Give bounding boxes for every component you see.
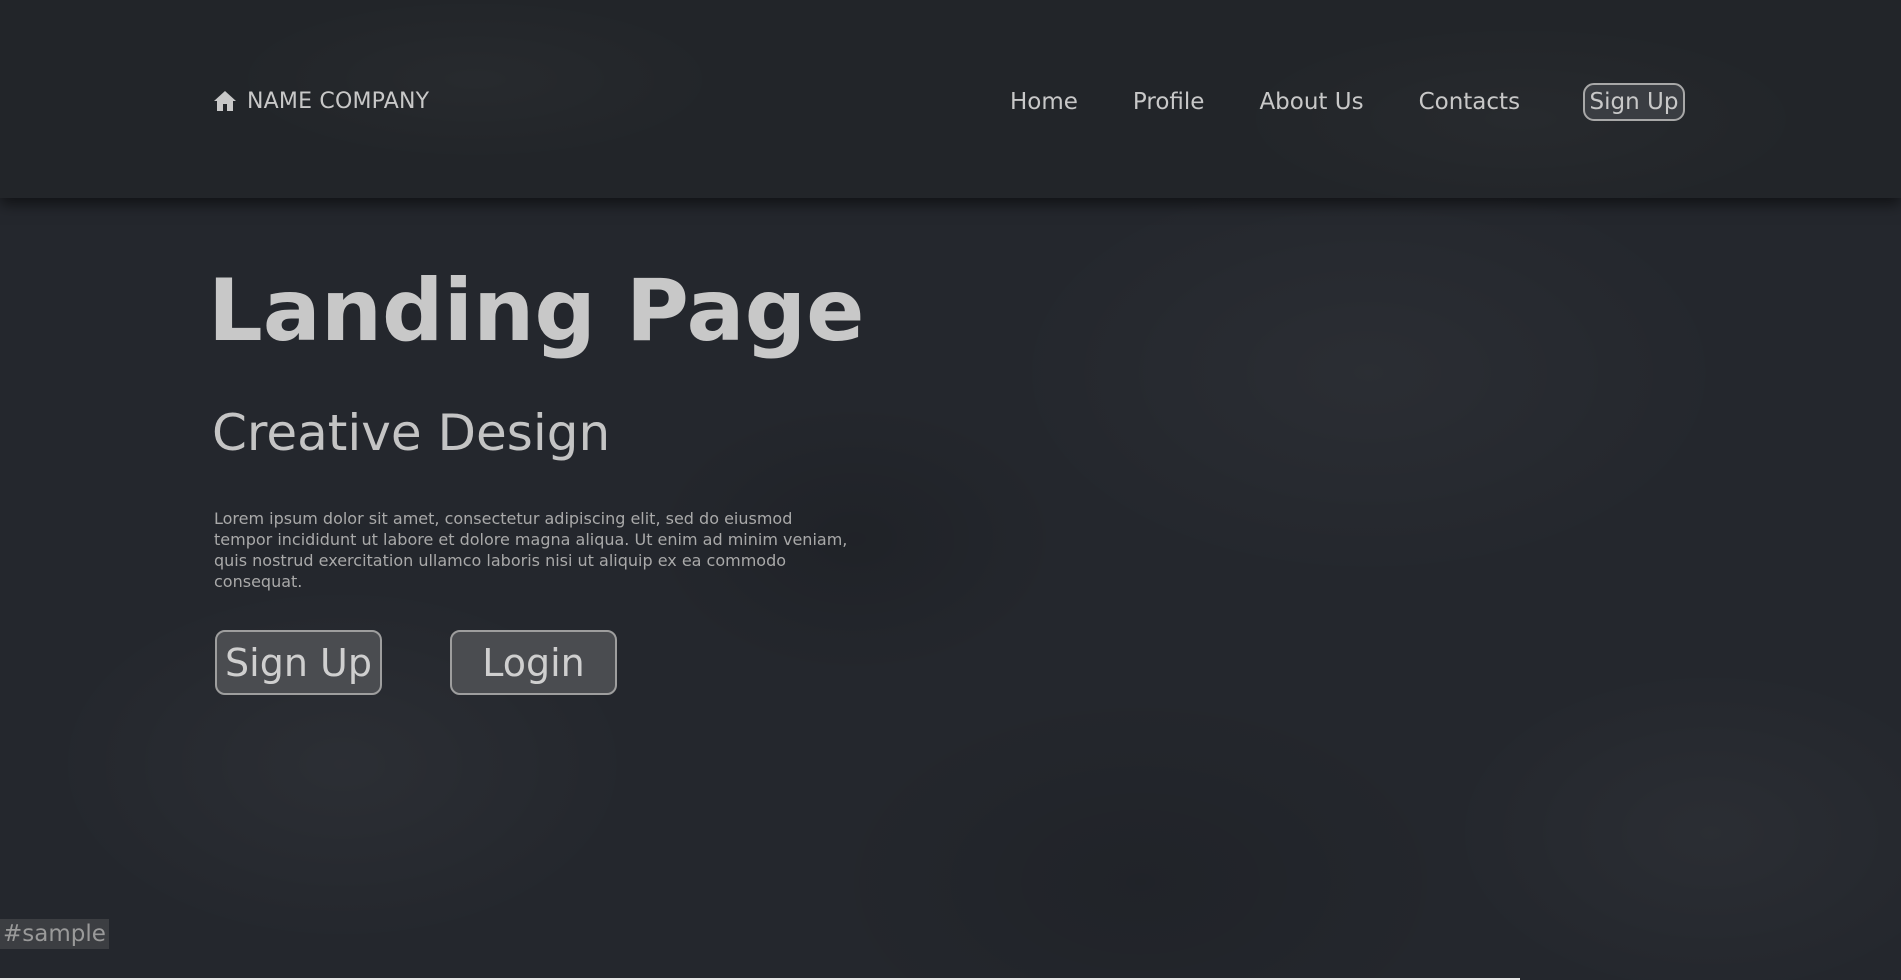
nav-item-home[interactable]: Home <box>1010 89 1078 115</box>
nav-item-about-us[interactable]: About Us <box>1259 89 1363 115</box>
site-header: NAME COMPANY Home Profile About Us Conta… <box>0 0 1901 198</box>
nav-item-contacts[interactable]: Contacts <box>1419 89 1520 115</box>
main-nav: Home Profile About Us Contacts <box>1010 82 1575 122</box>
hero-description: Lorem ipsum dolor sit amet, consectetur … <box>214 509 848 591</box>
sign-up-button[interactable]: Sign Up <box>215 630 382 695</box>
sample-watermark: #sample <box>0 919 109 949</box>
login-button[interactable]: Login <box>450 630 617 695</box>
hero-subtitle: Creative Design <box>212 404 611 462</box>
company-name: NAME COMPANY <box>247 88 430 114</box>
home-icon <box>213 90 237 112</box>
hero-title: Landing Page <box>208 261 865 361</box>
nav-item-profile[interactable]: Profile <box>1133 89 1205 115</box>
header-sign-up-button[interactable]: Sign Up <box>1583 83 1685 121</box>
company-logo[interactable]: NAME COMPANY <box>213 86 429 116</box>
